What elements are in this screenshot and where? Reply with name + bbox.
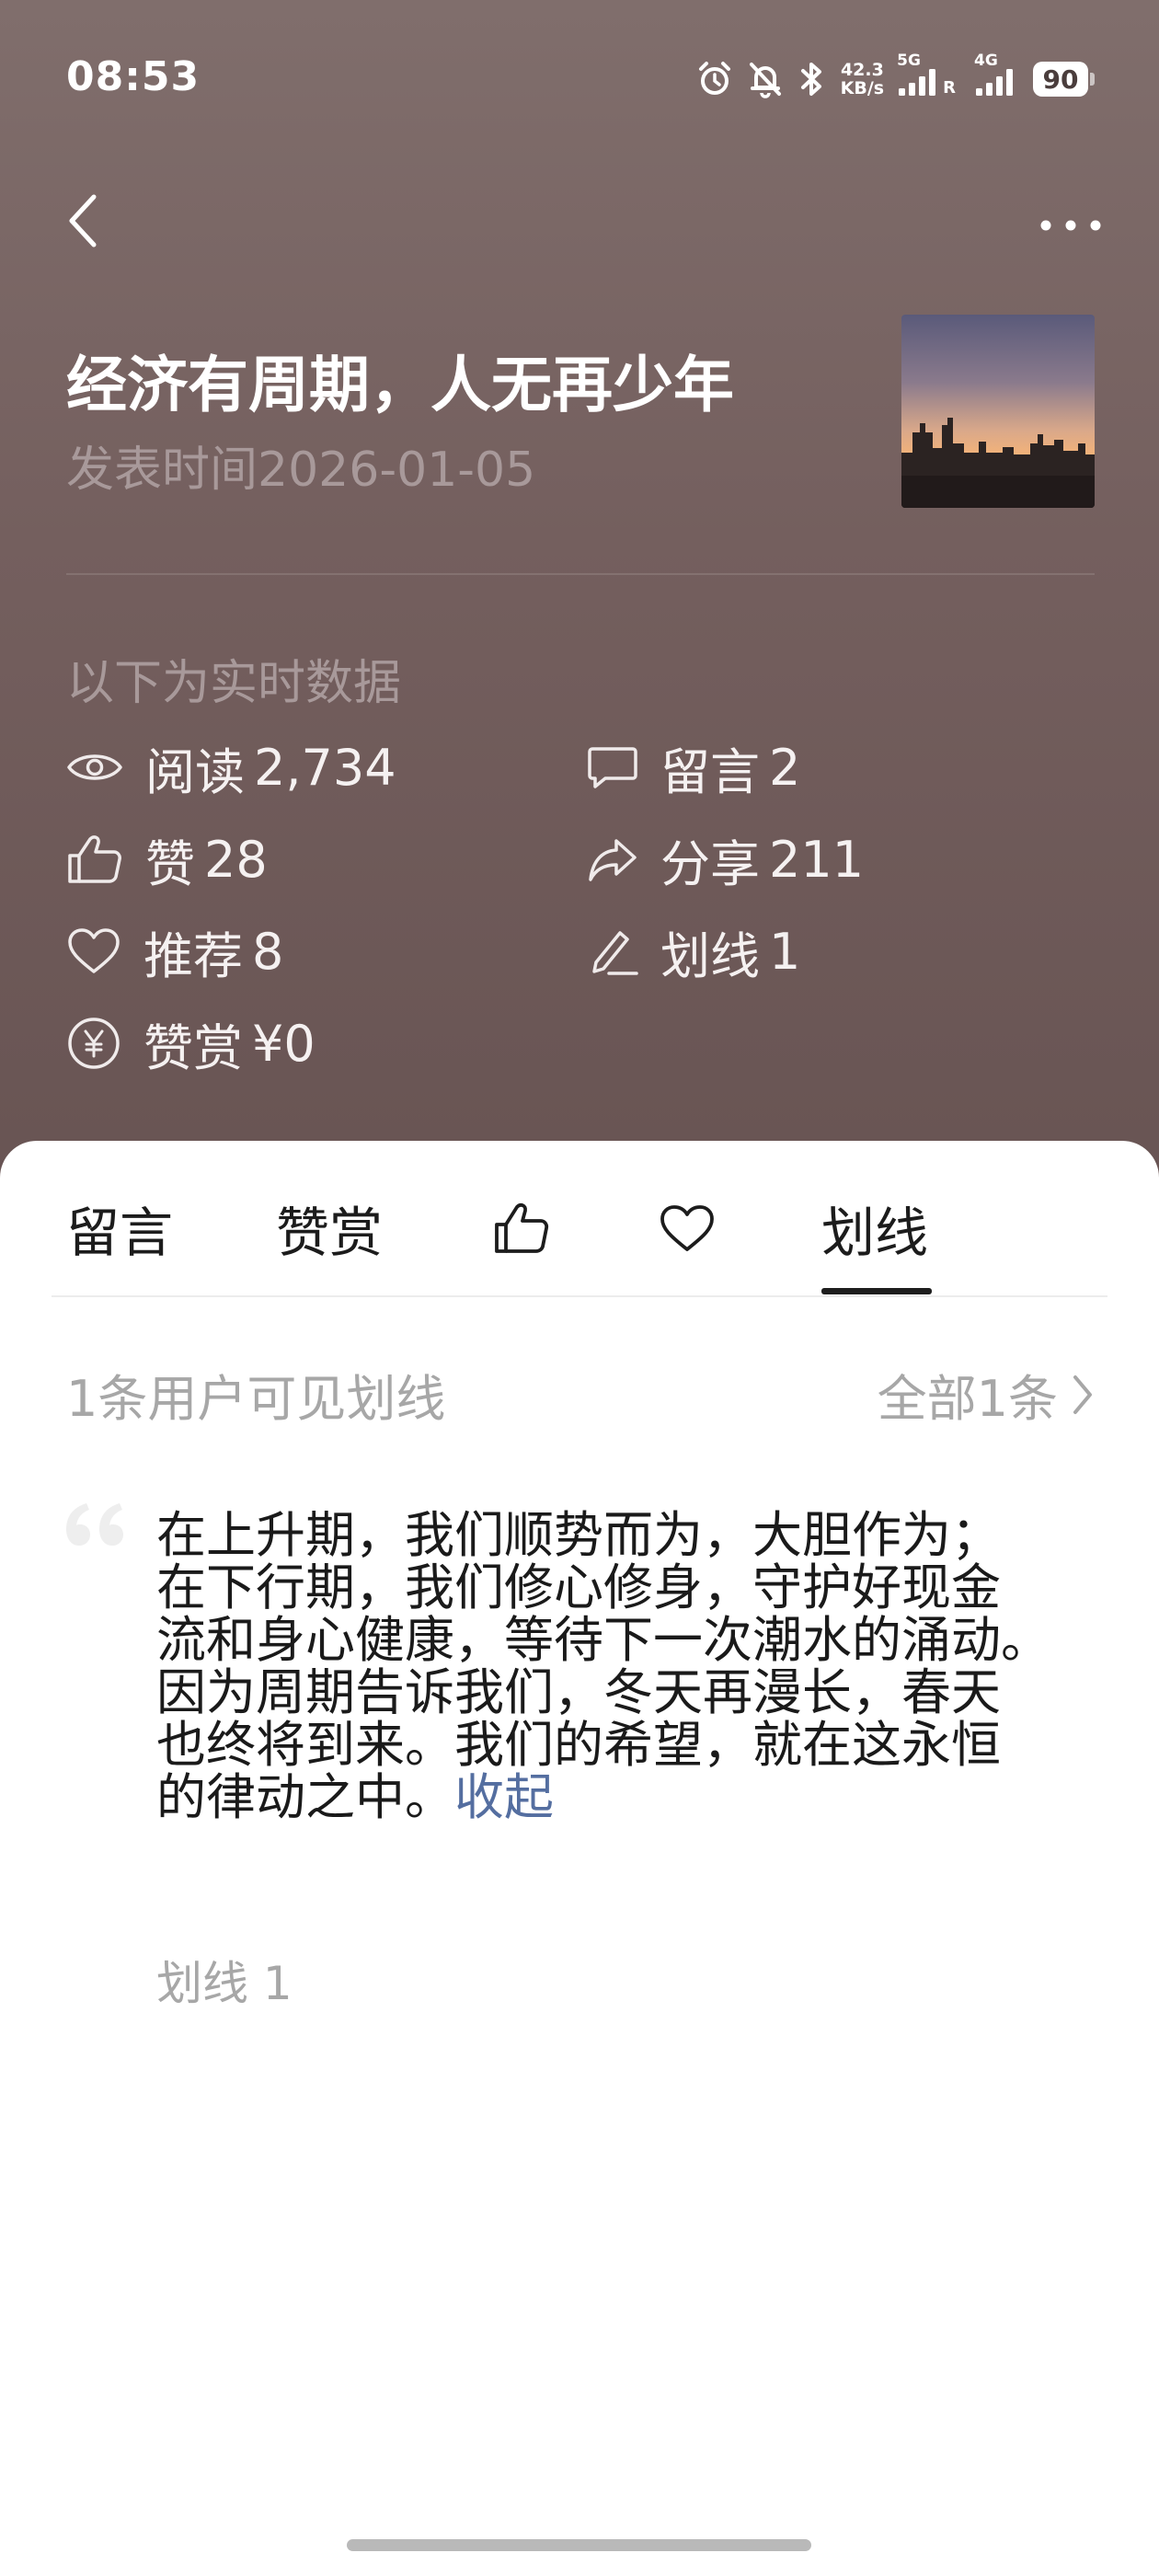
bottom-sheet: 留言 赞赏 划线 1条用户可见划线 全部1条 在上升期，我们顺势而为，大胆作为；… <box>0 1141 1159 2576</box>
sim1-label: 5G <box>897 52 921 70</box>
stat-underlines: 划线 1 <box>587 919 801 985</box>
tab-rewards[interactable]: 赞赏 <box>276 1187 383 1270</box>
battery-icon: 90 <box>1033 62 1095 97</box>
status-bar: 08:53 42.3 KB/s 5G R 4G 90 <box>0 0 1159 156</box>
tab-likes[interactable] <box>493 1187 550 1270</box>
active-tab-indicator <box>821 1288 932 1294</box>
heart-icon <box>660 1205 714 1251</box>
stat-comments: 留言 2 <box>587 735 801 801</box>
stat-reads-value: 2,734 <box>254 738 396 797</box>
home-indicator[interactable] <box>347 2539 811 2551</box>
quote-line: 在下行期，我们修心修身，守护好现金 <box>156 1558 1001 1616</box>
stat-likes-label: 赞 <box>145 834 195 893</box>
network-speed: 42.3 KB/s <box>841 61 884 98</box>
back-button[interactable] <box>55 184 110 258</box>
eye-icon <box>67 754 122 780</box>
pen-icon <box>592 931 638 975</box>
thumbs-up-icon <box>495 1203 549 1253</box>
roaming-indicator: R <box>943 78 956 98</box>
battery-tip <box>1090 73 1095 86</box>
share-icon <box>589 839 637 881</box>
stat-shares-value: 211 <box>769 830 865 889</box>
quote-line-text: 的律动之中。 <box>156 1768 454 1826</box>
stat-shares-label: 分享 <box>660 834 760 893</box>
mute-bell-icon <box>747 60 784 98</box>
stat-recommends-value: 8 <box>252 922 284 981</box>
publish-date: 2026-01-05 <box>258 443 536 498</box>
underline-quote: 在上升期，我们顺势而为，大胆作为； 在下行期，我们修心修身，守护好现金 流和身心… <box>156 1509 1113 1823</box>
stat-likes-value: 28 <box>204 830 268 889</box>
more-dots-icon <box>1040 220 1101 231</box>
network-speed-unit: KB/s <box>840 78 885 98</box>
visible-underline-count: 1条用户可见划线 <box>66 1370 446 1428</box>
sim2-signal: 4G <box>974 52 1020 98</box>
stat-underlines-value: 1 <box>769 922 801 981</box>
tab-recommends[interactable] <box>659 1187 716 1270</box>
more-options-button[interactable] <box>1034 198 1107 253</box>
underline-count: 划线 1 <box>156 1957 293 2010</box>
stat-comments-label: 留言 <box>660 742 760 801</box>
quote-line: 因为周期告诉我们，冬天再漫长，春天 <box>156 1663 1001 1721</box>
app-screen: 08:53 42.3 KB/s 5G R 4G 90 经济有周期，人无再少年 发… <box>0 0 1159 2576</box>
realtime-data-label: 以下为实时数据 <box>66 656 402 711</box>
quote-line: 也终将到来。我们的希望，就在这永恒 <box>156 1716 1001 1774</box>
stat-reads: 阅读 2,734 <box>66 735 396 801</box>
stat-rewards: 赞赏 ¥0 <box>66 1011 316 1077</box>
battery-level: 90 <box>1033 62 1088 97</box>
stat-reads-label: 阅读 <box>145 742 245 801</box>
article-title: 经济有周期，人无再少年 <box>66 350 734 420</box>
publish-time: 发表时间2026-01-05 <box>66 431 535 500</box>
collapse-link[interactable]: 收起 <box>454 1768 554 1826</box>
alarm-icon <box>695 60 734 98</box>
chevron-right-icon <box>1073 1374 1092 1414</box>
quote-line: 流和身心健康，等待下一次潮水的涌动。 <box>156 1611 1050 1669</box>
publish-time-prefix: 发表时间 <box>66 443 258 498</box>
sim2-label: 4G <box>974 52 998 70</box>
quote-line: 在上升期，我们顺势而为，大胆作为； <box>156 1506 1001 1564</box>
yen-coin-icon <box>68 1018 120 1069</box>
tab-comments[interactable]: 留言 <box>66 1187 173 1270</box>
tab-underlines[interactable]: 划线 <box>821 1187 928 1270</box>
view-all-label: 全部1条 <box>877 1370 1058 1428</box>
quote-line-last: 的律动之中。收起 <box>156 1771 1113 1823</box>
article-thumbnail[interactable] <box>901 315 1095 508</box>
stat-rewards-value: ¥0 <box>252 1014 316 1073</box>
sim1-signal: 5G R <box>897 52 961 98</box>
thumbs-up-icon <box>68 835 121 883</box>
status-time: 08:53 <box>66 53 201 100</box>
chevron-left-icon <box>69 194 97 247</box>
header-divider <box>66 573 1095 575</box>
stat-rewards-label: 赞赏 <box>143 1018 243 1077</box>
heart-icon <box>68 928 120 973</box>
status-icons: 42.3 KB/s 5G R 4G 90 <box>695 52 1095 107</box>
stat-likes: 赞 28 <box>66 827 268 893</box>
stat-shares: 分享 211 <box>587 827 865 893</box>
view-all-link[interactable]: 全部1条 <box>878 1358 1095 1431</box>
quote-mark-icon <box>61 1496 127 1557</box>
bluetooth-icon <box>797 59 828 99</box>
stat-comments-value: 2 <box>769 738 801 797</box>
stat-recommends: 推荐 8 <box>66 919 284 985</box>
comment-icon <box>588 747 637 788</box>
stat-underlines-label: 划线 <box>660 926 760 985</box>
stat-recommends-label: 推荐 <box>143 926 243 985</box>
network-speed-value: 42.3 <box>840 60 884 80</box>
tabs-divider <box>52 1295 1107 1297</box>
